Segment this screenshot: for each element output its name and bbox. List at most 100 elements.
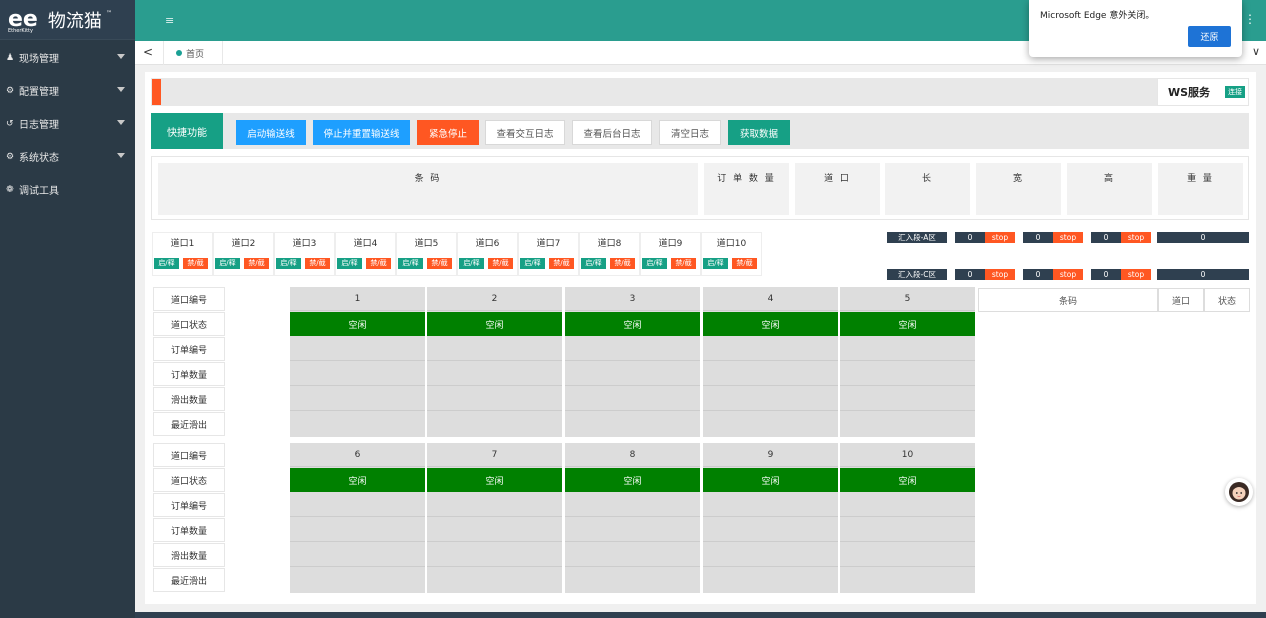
lane-status: 空闲: [565, 468, 700, 492]
width-header: 宽: [976, 163, 1061, 215]
ws-service-label: WS服务: [1168, 86, 1211, 99]
segment-c-stop[interactable]: stop: [985, 269, 1015, 280]
lane-cell: [565, 542, 700, 567]
gears-icon: ⚙: [6, 151, 15, 162]
segment-c-stop[interactable]: stop: [1053, 269, 1083, 280]
row-label-door-status: 道口状态: [153, 312, 225, 336]
door-enable-button[interactable]: 启/释: [215, 258, 240, 269]
row-label-door-number: 道口编号: [153, 443, 225, 467]
lane-cell: [840, 492, 975, 517]
sidebar-item-debug-tools[interactable]: ❁ 调试工具: [0, 173, 135, 206]
door-enable-button[interactable]: 启/释: [398, 258, 423, 269]
lane-status: 空闲: [427, 468, 562, 492]
row-label-last-slide: 最近滑出: [153, 412, 225, 436]
door-disable-button[interactable]: 禁/截: [671, 258, 696, 269]
lane-cell: [565, 386, 700, 411]
sidebar-item-config-management[interactable]: ⚙ 配置管理: [0, 74, 135, 107]
segment-a-total: 0: [1157, 232, 1249, 243]
door-name: 道口6: [475, 239, 500, 249]
door-enable-button[interactable]: 启/释: [154, 258, 179, 269]
start-conveyor-button[interactable]: 启动输送线: [236, 120, 306, 145]
segment-a-stop[interactable]: stop: [985, 232, 1015, 243]
more-icon[interactable]: ⋮: [1244, 12, 1256, 26]
door-control: 道口1 启/释 禁/截: [152, 232, 213, 276]
segment-a-stop[interactable]: stop: [1121, 232, 1151, 243]
lane-cell: [703, 336, 838, 361]
quick-actions-bar: 快捷功能 启动输送线 停止并重置输送线 紧急停止 查看交互日志 查看后台日志 清…: [151, 113, 1249, 149]
restore-button[interactable]: 还原: [1188, 26, 1231, 47]
door-enable-button[interactable]: 启/释: [337, 258, 362, 269]
lane-column: 9 空闲: [703, 443, 838, 593]
clear-log-button[interactable]: 清空日志: [659, 120, 721, 145]
lane-cell: [290, 517, 425, 542]
emergency-stop-button[interactable]: 紧急停止: [417, 120, 479, 145]
door-enable-button[interactable]: 启/释: [520, 258, 545, 269]
menu-toggle-icon[interactable]: ≡: [165, 14, 174, 27]
door-enable-button[interactable]: 启/释: [642, 258, 667, 269]
door-enable-button[interactable]: 启/释: [459, 258, 484, 269]
door-disable-button[interactable]: 禁/截: [244, 258, 269, 269]
segment-c-total: 0: [1157, 269, 1249, 280]
lane-column: 7 空闲: [427, 443, 562, 593]
sidebar-item-log-management[interactable]: ↺ 日志管理: [0, 107, 135, 140]
row-label-door-number: 道口编号: [153, 287, 225, 311]
sidebar-item-label: 系统状态: [19, 153, 59, 164]
barcode-header: 条 码: [158, 163, 698, 215]
door-disable-button[interactable]: 禁/截: [549, 258, 574, 269]
door-disable-button[interactable]: 禁/截: [305, 258, 330, 269]
lane-number: 4: [703, 287, 838, 311]
footer-bar: [135, 612, 1266, 618]
lane-number: 7: [427, 443, 562, 467]
chevron-down-icon: [117, 87, 125, 92]
lane-cell: [427, 542, 562, 567]
sidebar-item-field-management[interactable]: ♟ 现场管理: [0, 41, 135, 74]
lane-cell: [565, 492, 700, 517]
ws-indicator: [152, 79, 161, 105]
tab-expand-icon[interactable]: ∨: [1252, 45, 1260, 58]
door-disable-button[interactable]: 禁/截: [610, 258, 635, 269]
lane-number: 5: [840, 287, 975, 311]
tab-scroll-left-icon[interactable]: <: [143, 45, 153, 59]
segment-c-stop[interactable]: stop: [1121, 269, 1151, 280]
tab-home[interactable]: 首页: [163, 41, 223, 65]
length-header: 长: [885, 163, 970, 215]
lane-cell: [703, 361, 838, 386]
lane-cell: [565, 517, 700, 542]
segment-a-stop[interactable]: stop: [1053, 232, 1083, 243]
assistant-avatar[interactable]: [1225, 478, 1253, 506]
row-label-slide-qty: 滑出数量: [153, 543, 225, 567]
lane-column: 8 空闲: [565, 443, 700, 593]
fetch-data-button[interactable]: 获取数据: [728, 120, 790, 145]
door-enable-button[interactable]: 启/释: [276, 258, 301, 269]
door-control: 道口4 启/释 禁/截: [335, 232, 396, 276]
trademark: ™: [106, 10, 112, 17]
view-interaction-log-button[interactable]: 查看交互日志: [485, 120, 565, 145]
sidebar-item-label: 日志管理: [19, 120, 59, 131]
package-info-panel: 条 码 订 单 数 量 道 口 长 宽 高 重 量: [151, 156, 1249, 220]
door-disable-button[interactable]: 禁/截: [488, 258, 513, 269]
door-name: 道口1: [170, 239, 195, 249]
ws-status-badge: 连接: [1225, 86, 1246, 98]
door-disable-button[interactable]: 禁/截: [183, 258, 208, 269]
door-enable-button[interactable]: 启/释: [581, 258, 606, 269]
door-disable-button[interactable]: 禁/截: [732, 258, 757, 269]
view-backend-log-button[interactable]: 查看后台日志: [572, 120, 652, 145]
height-header: 高: [1067, 163, 1152, 215]
lane-column: 3 空闲: [565, 287, 700, 437]
lane-cell: [703, 492, 838, 517]
stop-reset-conveyor-button[interactable]: 停止并重置输送线: [313, 120, 410, 145]
lane-status: 空闲: [840, 312, 975, 336]
door-control: 道口10 启/释 禁/截: [701, 232, 762, 276]
door-control: 道口2 启/释 禁/截: [213, 232, 274, 276]
door-name: 道口5: [414, 239, 439, 249]
logo[interactable]: ee EtherKitty 物流猫 ™: [0, 0, 135, 40]
door-disable-button[interactable]: 禁/截: [427, 258, 452, 269]
row-label-order-number: 订单编号: [153, 337, 225, 361]
door-enable-button[interactable]: 启/释: [703, 258, 728, 269]
door-disable-button[interactable]: 禁/截: [366, 258, 391, 269]
lane-column: 4 空闲: [703, 287, 838, 437]
lane-cell: [840, 361, 975, 386]
sidebar-item-system-status[interactable]: ⚙ 系统状态: [0, 140, 135, 173]
lane-number: 6: [290, 443, 425, 467]
segment-c-label: 汇入段-C区: [887, 269, 947, 280]
